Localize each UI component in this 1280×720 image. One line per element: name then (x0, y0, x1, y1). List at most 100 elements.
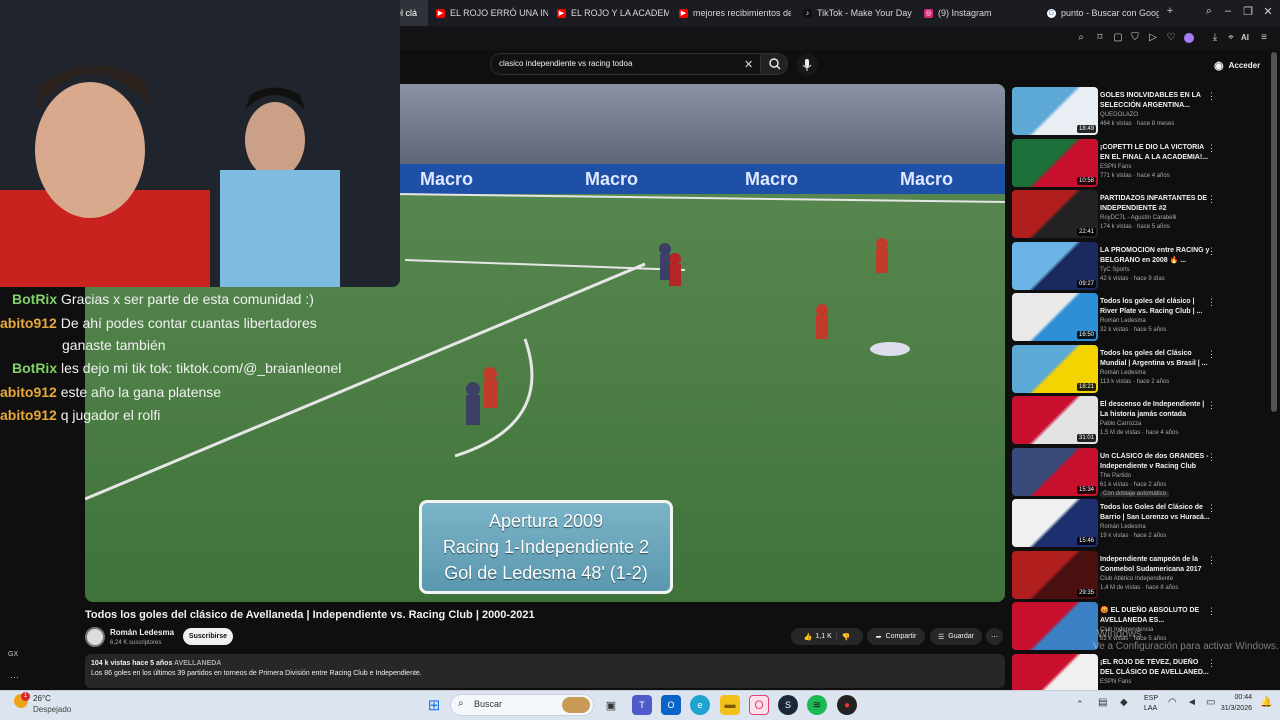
recommended-title[interactable]: El descenso de Independiente | La histor… (1100, 400, 1210, 420)
signin-button[interactable]: ◉ Acceder (1208, 56, 1266, 74)
more-vertical-icon[interactable]: ⋮ (1207, 246, 1216, 257)
close-icon[interactable]: ✕ (1260, 5, 1276, 18)
new-tab-icon[interactable]: + (1162, 5, 1178, 17)
teams-icon[interactable]: T (632, 695, 652, 715)
video-thumbnail[interactable] (1012, 602, 1098, 650)
recommended-video[interactable]: 31:01 El descenso de Independiente | La h… (1012, 396, 1222, 446)
video-thumbnail[interactable]: 16:50 (1012, 293, 1098, 341)
maximize-icon[interactable]: ❐ (1240, 5, 1256, 18)
more-vertical-icon[interactable]: ⋮ (1207, 194, 1216, 205)
recommended-title[interactable]: 😡 EL DUEÑO ABSOLUTO DE AVELLANEDA ES... (1100, 606, 1210, 626)
snapshot-icon[interactable]: ▢ (1111, 31, 1125, 45)
video-thumbnail[interactable]: 22:41 (1012, 190, 1098, 238)
profile-avatar[interactable] (1184, 33, 1194, 43)
recommended-title[interactable]: ¡EL ROJO DE TÉVEZ, DUEÑO DEL CLÁSICO DE … (1100, 658, 1210, 678)
tray-app-icon[interactable]: ▤ (1098, 697, 1107, 708)
minimize-icon[interactable]: – (1220, 5, 1236, 17)
recommended-video[interactable]: 10:58 ¡COPETTI LE DIO LA VICTORIA EN EL F… (1012, 138, 1222, 189)
recommended-channel[interactable]: QUEGOLAZO (1100, 112, 1138, 118)
search-tabs-icon[interactable]: ⌕ (1201, 5, 1217, 18)
recommended-channel[interactable]: Román Ledesma (1100, 318, 1146, 324)
recommended-title[interactable]: ¡COPETTI LE DIO LA VICTORIA EN EL FINAL … (1100, 143, 1210, 163)
outlook-icon[interactable]: O (661, 695, 681, 715)
recommended-title[interactable]: Todos los Goles del Clásico de Barrio | … (1100, 503, 1210, 523)
recommended-channel[interactable]: RoyDC7L - Agustín Carabelli (1100, 215, 1176, 221)
channel-avatar[interactable] (85, 627, 105, 647)
more-vertical-icon[interactable]: ⋮ (1207, 349, 1216, 360)
recommended-video[interactable]: 18:49 GOLES INOLVIDABLES EN LA SELECCIÓN … (1012, 87, 1222, 137)
tab-instagram[interactable]: ◎ (9) Instagram (918, 0, 1036, 26)
recommended-video[interactable]: 29:35 Independiente campeón de la Conmebo… (1012, 550, 1222, 601)
video-thumbnail[interactable]: 31:01 (1012, 396, 1098, 444)
menu-icon[interactable]: ≡ (1257, 31, 1271, 45)
save-button[interactable]: ☰ Guardar (930, 628, 982, 645)
recommended-channel[interactable]: Club Atlético Independiente (1100, 576, 1173, 582)
recommended-title[interactable]: Todos los goles del clásico | River Plat… (1100, 297, 1210, 317)
recommended-title[interactable]: Todos los goles del Clásico Mundial | Ar… (1100, 349, 1210, 369)
recommended-video[interactable]: 22:41 PARTIDAZOS INFARTANTES DE INDEPENDI… (1012, 190, 1222, 240)
pin-icon[interactable]: ⌖ (1224, 31, 1238, 45)
recommended-channel[interactable]: ESPN Fans (1100, 679, 1131, 685)
search-button[interactable] (760, 53, 788, 75)
more-actions-button[interactable]: ⋯ (986, 628, 1003, 645)
clear-search-icon[interactable]: ✕ (744, 58, 753, 71)
video-thumbnail[interactable]: 10:58 (1012, 138, 1098, 187)
language-top[interactable]: ESP (1144, 695, 1158, 702)
file-explorer-icon[interactable]: ▬ (720, 695, 740, 715)
video-thumbnail[interactable]: 29:35 (1012, 550, 1098, 599)
tab-youtube-3[interactable]: ▶ mejores recibimientos de (673, 0, 791, 26)
recommended-channel[interactable]: TyC Sports (1100, 267, 1130, 273)
more-vertical-icon[interactable]: ⋮ (1207, 400, 1216, 411)
recommended-channel[interactable]: The Partido (1100, 473, 1131, 479)
recommended-video[interactable]: 16:50 Todos los goles del clásico | River… (1012, 293, 1222, 343)
more-vertical-icon[interactable]: ⋮ (1207, 503, 1216, 514)
more-vertical-icon[interactable]: ⋮ (1207, 452, 1216, 463)
windows-start-icon[interactable]: ⊞ (424, 695, 444, 715)
video-thumbnail[interactable]: 18:49 (1012, 87, 1098, 135)
play-icon[interactable]: ▷ (1146, 31, 1160, 45)
tab-youtube-1[interactable]: ▶ EL ROJO ERRÓ UNA INC (430, 0, 548, 26)
clock-date[interactable]: 31/3/2026 (1219, 705, 1252, 712)
tab-google[interactable]: G punto - Buscar con Goog (1041, 0, 1159, 26)
zoom-icon[interactable]: ⌕ (1074, 31, 1088, 45)
recommended-channel[interactable]: Pablo Carrozza (1100, 421, 1141, 427)
task-view-icon[interactable]: ▣ (601, 695, 621, 715)
more-vertical-icon[interactable]: ⋮ (1207, 143, 1216, 154)
clock-time[interactable]: 00:44 (1226, 694, 1252, 701)
shield-icon[interactable]: ⛉ (1128, 31, 1142, 45)
opera-gx-icon[interactable]: O (749, 695, 769, 715)
more-vertical-icon[interactable]: ⋮ (1207, 606, 1216, 617)
video-thumbnail[interactable]: 09:27 (1012, 241, 1098, 290)
recommended-channel[interactable]: ESPN Fans (1100, 164, 1131, 170)
volume-icon[interactable]: ◄ (1187, 697, 1197, 708)
scrollbar[interactable] (1271, 52, 1277, 412)
hashtag-link[interactable]: AVELLANEDA (174, 660, 221, 667)
wifi-icon[interactable]: ◠ (1168, 697, 1177, 708)
recommended-video[interactable]: 15:46 Todos los Goles del Clásico de Barr… (1012, 499, 1222, 549)
bookmark-icon[interactable]: ⌑ (1093, 31, 1107, 45)
battery-icon[interactable]: ▭ (1206, 697, 1215, 708)
video-thumbnail[interactable]: 15:46 (1012, 499, 1098, 547)
recommended-title[interactable]: GOLES INOLVIDABLES EN LA SELECCIÓN ARGEN… (1100, 91, 1210, 111)
video-thumbnail[interactable]: 18:21 (1012, 344, 1098, 393)
voice-search-button[interactable] (796, 54, 818, 76)
app-icon[interactable]: ● (837, 695, 857, 715)
more-vertical-icon[interactable]: ⋮ (1207, 297, 1216, 308)
more-vertical-icon[interactable]: ⋮ (1207, 555, 1216, 566)
download-icon[interactable]: ⤓ (1208, 31, 1222, 45)
subscribe-button[interactable]: Suscribirse (183, 628, 233, 645)
video-thumbnail[interactable]: 15:34 (1012, 447, 1098, 496)
recommended-video[interactable]: 15:34 Un CLÁSICO de dos GRANDES - Indepen… (1012, 447, 1222, 498)
ai-icon[interactable]: AI (1238, 31, 1252, 45)
more-vertical-icon[interactable]: ⋮ (1207, 91, 1216, 102)
recommended-channel[interactable]: Román Ledesma (1100, 370, 1146, 376)
edge-icon[interactable]: e (690, 695, 710, 715)
recommended-video[interactable]: 18:21 Todos los goles del Clásico Mundial… (1012, 344, 1222, 395)
tab-youtube-2[interactable]: ▶ EL ROJO Y LA ACADEMI (551, 0, 669, 26)
tray-chevron-icon[interactable]: ⌃ (1076, 699, 1084, 710)
more-vertical-icon[interactable]: ⋮ (1207, 658, 1216, 669)
heart-icon[interactable]: ♡ (1164, 31, 1178, 45)
recommended-title[interactable]: Independiente campeón de la Conmebol Sud… (1100, 555, 1210, 575)
share-button[interactable]: ➦ Compartir (867, 628, 925, 645)
spotify-icon[interactable]: ≋ (807, 695, 827, 715)
